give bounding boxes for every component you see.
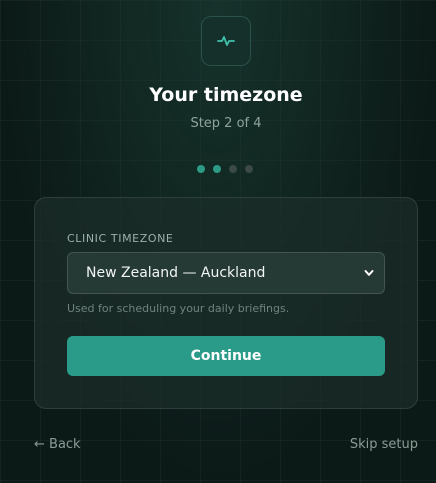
step-dot-1 [197, 165, 205, 173]
app-logo-tile [201, 16, 251, 66]
chevron-down-icon [364, 270, 374, 276]
continue-button[interactable]: Continue [67, 336, 385, 376]
step-dot-4 [245, 165, 253, 173]
back-link[interactable]: ← Back [34, 437, 81, 452]
timezone-help-text: Used for scheduling your daily briefings… [67, 302, 290, 315]
timezone-select[interactable]: New Zealand — Auckland [67, 252, 385, 294]
step-dot-2 [213, 165, 221, 173]
skip-setup-link[interactable]: Skip setup [350, 437, 418, 452]
step-progress-dots [197, 165, 253, 173]
step-dot-3 [229, 165, 237, 173]
timezone-field-label: CLINIC TIMEZONE [67, 232, 174, 245]
step-indicator-text: Step 2 of 4 [190, 116, 262, 131]
timezone-selected-value: New Zealand — Auckland [86, 265, 266, 281]
page-title: Your timezone [149, 84, 303, 106]
pulse-icon [217, 36, 235, 46]
timezone-card: CLINIC TIMEZONE New Zealand — Auckland U… [34, 197, 418, 409]
